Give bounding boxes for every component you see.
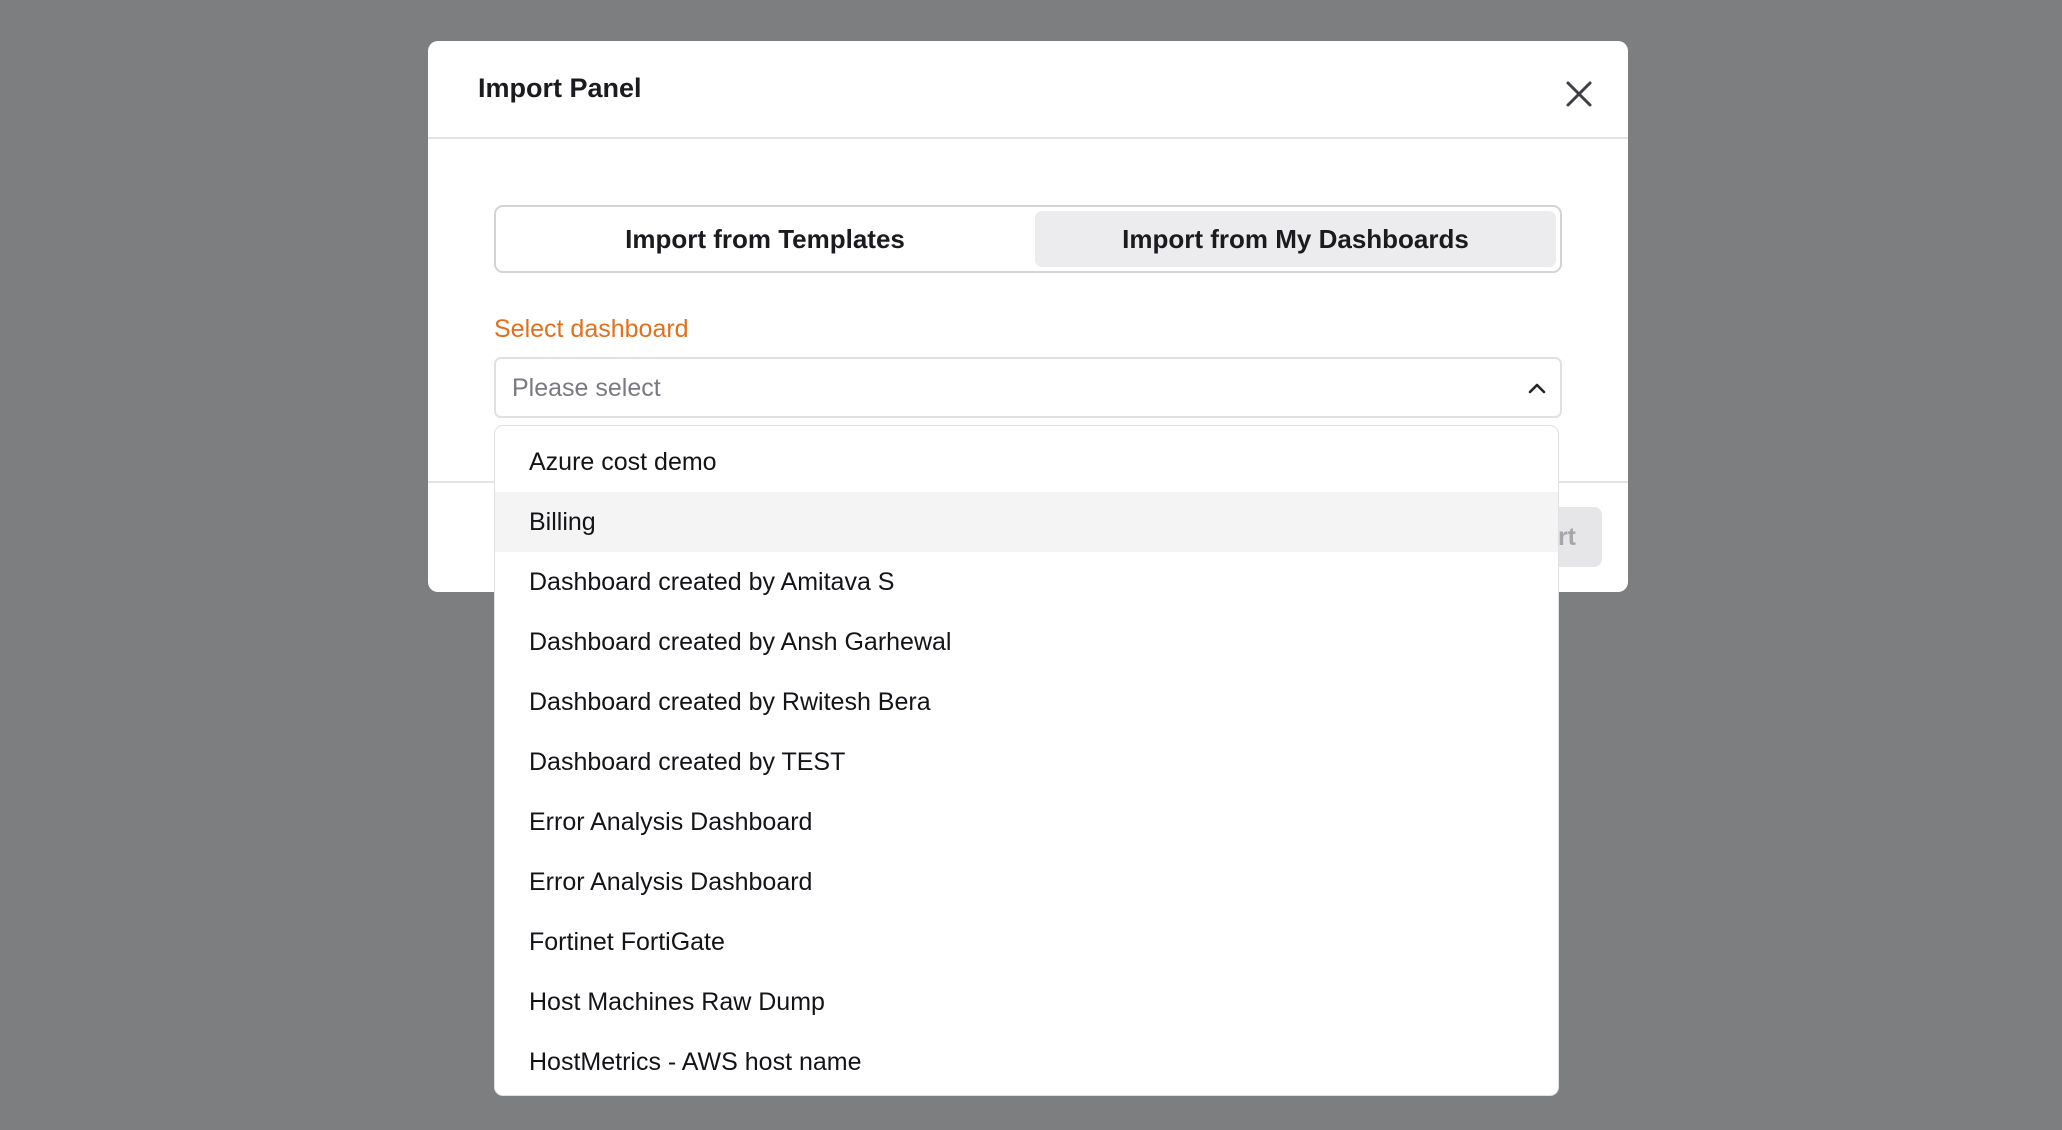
dropdown-option[interactable]: Billing bbox=[495, 492, 1558, 552]
close-button[interactable] bbox=[1559, 74, 1599, 114]
select-dashboard-label: Select dashboard bbox=[494, 315, 689, 343]
dropdown-option[interactable]: Dashboard created by Amitava S bbox=[495, 552, 1558, 612]
dropdown-option[interactable]: Dashboard created by TEST bbox=[495, 732, 1558, 792]
tab-import-from-templates[interactable]: Import from Templates bbox=[500, 211, 1030, 267]
import-button-label: rt bbox=[1557, 522, 1576, 551]
dashboard-select[interactable]: Please select bbox=[494, 357, 1562, 418]
tab-import-from-my-dashboards[interactable]: Import from My Dashboards bbox=[1035, 211, 1556, 267]
dropdown-option[interactable]: Error Analysis Dashboard bbox=[495, 792, 1558, 852]
dropdown-options: Azure cost demo Billing Dashboard created … bbox=[495, 432, 1558, 1092]
modal-header: Import Panel bbox=[428, 41, 1628, 139]
dropdown-option[interactable]: Dashboard created by Ansh Garhewal bbox=[495, 612, 1558, 672]
dashboard-dropdown-list: Azure cost demo Billing Dashboard created … bbox=[494, 425, 1559, 1096]
dropdown-option[interactable]: Host Machines Raw Dump bbox=[495, 972, 1558, 1032]
dropdown-option[interactable]: Error Analysis Dashboard bbox=[495, 852, 1558, 912]
dropdown-option[interactable]: Fortinet FortiGate bbox=[495, 912, 1558, 972]
chevron-up-icon bbox=[1528, 383, 1546, 394]
close-icon bbox=[1566, 81, 1592, 107]
import-source-toggle: Import from Templates Import from My Das… bbox=[494, 205, 1562, 273]
dropdown-option[interactable]: Dashboard created by Rwitesh Bera bbox=[495, 672, 1558, 732]
modal-title: Import Panel bbox=[478, 73, 642, 103]
select-placeholder: Please select bbox=[512, 374, 661, 402]
dropdown-option[interactable]: HostMetrics - AWS host name bbox=[495, 1032, 1558, 1092]
dropdown-option[interactable]: Azure cost demo bbox=[495, 432, 1558, 492]
